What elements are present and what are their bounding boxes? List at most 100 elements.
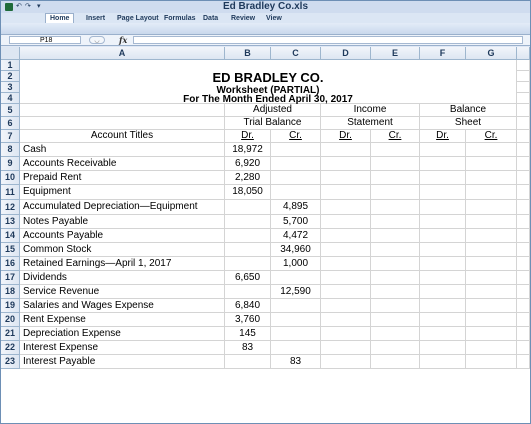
trial-cr-cell[interactable] bbox=[271, 157, 321, 171]
grid-cell[interactable] bbox=[321, 185, 371, 200]
trial-dr-cell[interactable] bbox=[225, 200, 271, 215]
column-header-b[interactable]: B bbox=[225, 47, 271, 60]
column-header-d[interactable]: D bbox=[321, 47, 371, 60]
grid-cell[interactable] bbox=[517, 143, 530, 157]
grid-cell[interactable] bbox=[517, 117, 530, 130]
trial-dr-header[interactable]: Dr. bbox=[225, 130, 271, 143]
grid-cell[interactable] bbox=[20, 104, 225, 117]
grid-cell[interactable] bbox=[420, 271, 466, 285]
grid-cell[interactable] bbox=[420, 171, 466, 185]
grid-cell[interactable] bbox=[420, 313, 466, 327]
income-dr-header[interactable]: Dr. bbox=[321, 130, 371, 143]
grid-cell[interactable] bbox=[321, 313, 371, 327]
trial-cr-cell[interactable]: 5,700 bbox=[271, 215, 321, 229]
grid-cell[interactable] bbox=[371, 215, 420, 229]
grid-cell[interactable] bbox=[371, 143, 420, 157]
account-title-cell[interactable]: Interest Payable bbox=[20, 355, 225, 369]
tab-page-layout[interactable]: Page Layout bbox=[117, 14, 159, 23]
grid-cell[interactable] bbox=[321, 257, 371, 271]
account-title-cell[interactable]: Common Stock bbox=[20, 243, 225, 257]
grid-cell[interactable] bbox=[321, 243, 371, 257]
account-title-cell[interactable]: Dividends bbox=[20, 271, 225, 285]
column-header-a[interactable]: A bbox=[20, 47, 225, 60]
trial-dr-cell[interactable]: 18,050 bbox=[225, 185, 271, 200]
grid-cell[interactable] bbox=[466, 157, 517, 171]
grid-cell[interactable] bbox=[420, 143, 466, 157]
grid-cell[interactable] bbox=[517, 60, 530, 71]
trial-dr-cell[interactable] bbox=[225, 257, 271, 271]
grid-cell[interactable] bbox=[321, 157, 371, 171]
trial-cr-cell[interactable] bbox=[271, 327, 321, 341]
grid-cell[interactable] bbox=[517, 185, 530, 200]
tab-view[interactable]: View bbox=[266, 14, 282, 23]
grid-cell[interactable] bbox=[517, 93, 530, 104]
row-header-15[interactable]: 15 bbox=[1, 243, 20, 257]
grid-cell[interactable] bbox=[466, 285, 517, 299]
grid-cell[interactable] bbox=[420, 285, 466, 299]
column-header-next[interactable] bbox=[517, 47, 530, 60]
account-title-cell[interactable]: Accounts Payable bbox=[20, 229, 225, 243]
account-title-cell[interactable]: Prepaid Rent bbox=[20, 171, 225, 185]
grid-cell[interactable] bbox=[517, 215, 530, 229]
grid-cell[interactable] bbox=[517, 341, 530, 355]
trial-dr-cell[interactable] bbox=[225, 243, 271, 257]
trial-dr-cell[interactable]: 6,840 bbox=[225, 299, 271, 313]
account-title-cell[interactable]: Salaries and Wages Expense bbox=[20, 299, 225, 313]
grid-cell[interactable] bbox=[517, 229, 530, 243]
trial-cr-cell[interactable]: 1,000 bbox=[271, 257, 321, 271]
grid-cell[interactable] bbox=[517, 171, 530, 185]
grid-cell[interactable] bbox=[321, 341, 371, 355]
column-header-f[interactable]: F bbox=[420, 47, 466, 60]
grid-cell[interactable] bbox=[517, 243, 530, 257]
trial-dr-cell[interactable] bbox=[225, 215, 271, 229]
grid-cell[interactable] bbox=[517, 313, 530, 327]
row-header-19[interactable]: 19 bbox=[1, 299, 20, 313]
trial-cr-cell[interactable]: 4,472 bbox=[271, 229, 321, 243]
trial-cr-cell[interactable] bbox=[271, 171, 321, 185]
grid-cell[interactable] bbox=[466, 171, 517, 185]
balance-cr-header[interactable]: Cr. bbox=[466, 130, 517, 143]
row-header-22[interactable]: 22 bbox=[1, 341, 20, 355]
grid-cell[interactable] bbox=[517, 299, 530, 313]
grid-cell[interactable] bbox=[371, 185, 420, 200]
grid-cell[interactable] bbox=[371, 271, 420, 285]
grid-cell[interactable] bbox=[371, 313, 420, 327]
grid-cell[interactable] bbox=[371, 299, 420, 313]
grid-cell[interactable] bbox=[371, 243, 420, 257]
grid-cell[interactable] bbox=[466, 229, 517, 243]
grid-cell[interactable] bbox=[321, 271, 371, 285]
grid-cell[interactable] bbox=[517, 257, 530, 271]
grid-cell[interactable] bbox=[420, 200, 466, 215]
row-header-7[interactable]: 7 bbox=[1, 130, 20, 143]
column-header-e[interactable]: E bbox=[371, 47, 420, 60]
trial-dr-cell[interactable]: 6,920 bbox=[225, 157, 271, 171]
trial-cr-cell[interactable]: 83 bbox=[271, 355, 321, 369]
grid-cell[interactable] bbox=[321, 355, 371, 369]
grid-cell[interactable] bbox=[371, 171, 420, 185]
grid-cell[interactable] bbox=[321, 171, 371, 185]
grid-cell[interactable] bbox=[371, 341, 420, 355]
grid-cell[interactable] bbox=[466, 271, 517, 285]
account-title-cell[interactable]: Rent Expense bbox=[20, 313, 225, 327]
worksheet-grid[interactable]: A B C D E F G 1 2 3 4 5 6 7 8 9 10 11 12 13 14 15 16 17 18 19 20 21… bbox=[1, 47, 530, 423]
account-title-cell[interactable]: Accumulated Depreciation—Equipment bbox=[20, 200, 225, 215]
grid-cell[interactable] bbox=[420, 327, 466, 341]
account-title-cell[interactable]: Service Revenue bbox=[20, 285, 225, 299]
account-title-cell[interactable]: Cash bbox=[20, 143, 225, 157]
trial-dr-cell[interactable] bbox=[225, 229, 271, 243]
trial-cr-cell[interactable] bbox=[271, 299, 321, 313]
row-header-18[interactable]: 18 bbox=[1, 285, 20, 299]
row-header-16[interactable]: 16 bbox=[1, 257, 20, 271]
grid-cell[interactable] bbox=[466, 327, 517, 341]
formula-cancel-button[interactable]: ◡ bbox=[89, 36, 105, 44]
trial-cr-cell[interactable]: 12,590 bbox=[271, 285, 321, 299]
tab-data[interactable]: Data bbox=[203, 14, 218, 23]
grid-cell[interactable] bbox=[466, 355, 517, 369]
trial-dr-cell[interactable] bbox=[225, 355, 271, 369]
grid-cell[interactable] bbox=[321, 143, 371, 157]
account-title-cell[interactable]: Accounts Receivable bbox=[20, 157, 225, 171]
grid-cell[interactable] bbox=[321, 215, 371, 229]
grid-cell[interactable] bbox=[517, 271, 530, 285]
row-header-12[interactable]: 12 bbox=[1, 200, 20, 215]
grid-cell[interactable] bbox=[371, 157, 420, 171]
